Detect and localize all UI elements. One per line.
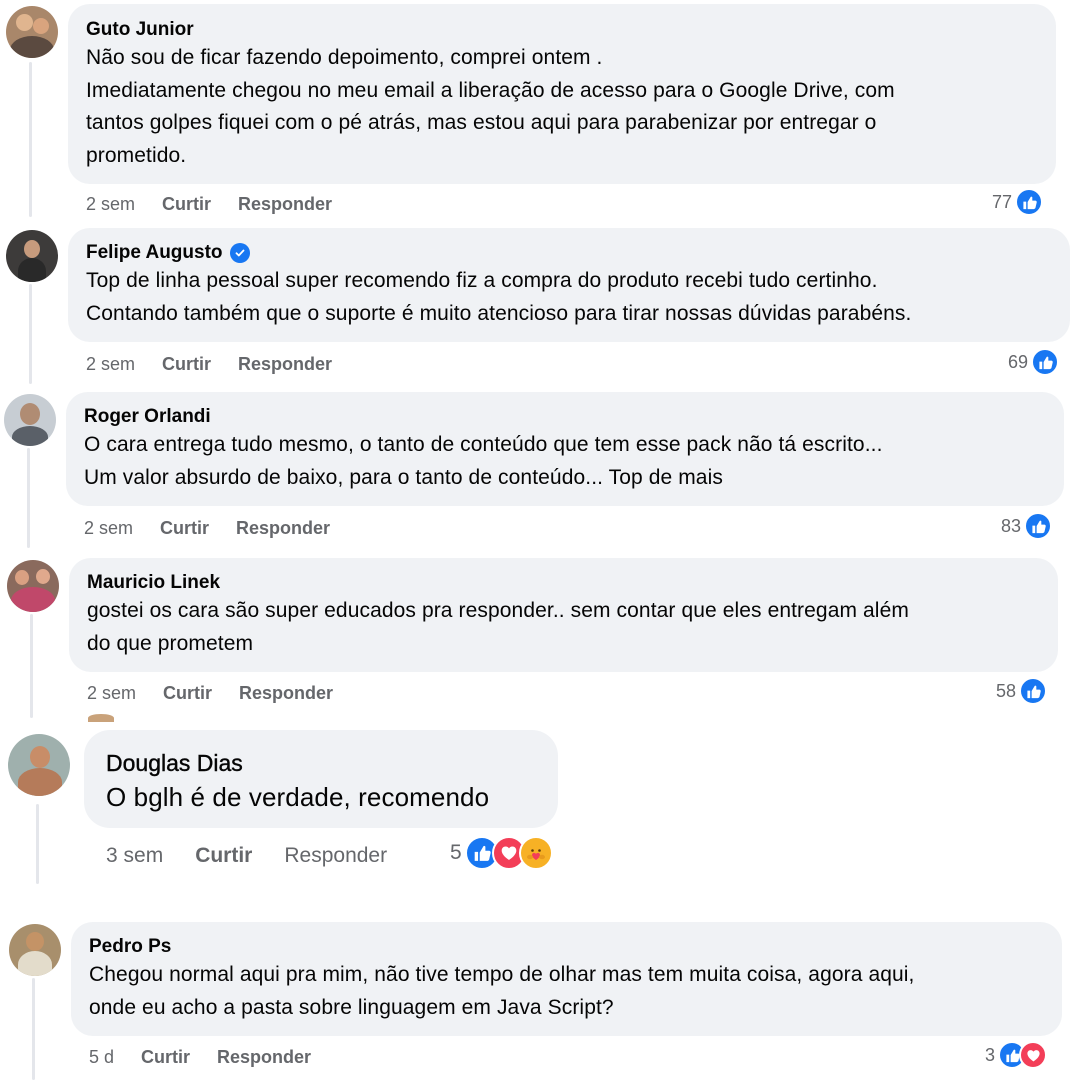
comment-timestamp[interactable]: 2 sem: [86, 194, 135, 215]
reaction-summary[interactable]: 83: [1001, 512, 1053, 540]
comment-timestamp[interactable]: 2 sem: [86, 354, 135, 375]
comment-actions: 5 d Curtir Responder: [89, 1045, 311, 1069]
comment: Guto Junior Não sou de ficar fazendo dep…: [0, 0, 1080, 220]
comment: Pedro Ps Chegou normal aqui pra mim, não…: [0, 920, 1080, 1080]
comment-actions: 2 sem Curtir Responder: [87, 681, 333, 705]
reaction-count: 3: [985, 1044, 996, 1065]
reply-button[interactable]: Responder: [238, 194, 332, 215]
reaction-summary[interactable]: 3: [985, 1041, 1048, 1069]
comment-actions: 2 sem Curtir Responder: [86, 192, 332, 216]
like-icon: [1031, 348, 1060, 376]
reaction-summary[interactable]: 77: [992, 188, 1044, 216]
like-button[interactable]: Curtir: [163, 683, 212, 704]
reaction-summary[interactable]: 69: [1008, 348, 1060, 376]
comment-actions: 2 sem Curtir Responder: [86, 352, 332, 376]
comment-timestamp[interactable]: 5 d: [89, 1047, 114, 1068]
reaction-count: 83: [1001, 515, 1022, 536]
reaction-summary[interactable]: 5: [450, 836, 553, 870]
reaction-count: 5: [450, 841, 462, 864]
reaction-count: 69: [1008, 351, 1029, 372]
like-icon: [1019, 677, 1048, 705]
reply-button[interactable]: Responder: [239, 683, 333, 704]
avatar[interactable]: [4, 394, 56, 446]
care-icon: [518, 836, 553, 870]
comment-text: O bglh é de verdade, recomendo: [106, 782, 490, 812]
reply-button[interactable]: Responder: [217, 1047, 311, 1068]
like-button[interactable]: Curtir: [162, 194, 211, 215]
thread-line: [30, 614, 33, 718]
comment-author[interactable]: Felipe Augusto: [86, 241, 1052, 265]
comment-author[interactable]: Douglas Dias: [106, 748, 536, 778]
reply-button[interactable]: Responder: [238, 354, 332, 375]
comment-text: Chegou normal aqui pra mim, não tive tem…: [89, 963, 915, 1019]
avatar[interactable]: [7, 560, 59, 612]
comment-bubble: Mauricio Linek gostei os cara são super …: [69, 558, 1058, 672]
comment-actions: 2 sem Curtir Responder: [84, 516, 330, 540]
reaction-count: 77: [992, 191, 1013, 212]
avatar[interactable]: [6, 6, 58, 58]
thread-line: [36, 804, 39, 884]
comment-bubble: Douglas Dias O bglh é de verdade, recome…: [84, 730, 558, 828]
avatar[interactable]: [9, 924, 61, 976]
comment-author[interactable]: Mauricio Linek: [87, 571, 1040, 595]
comment: Roger Orlandi O cara entrega tudo mesmo,…: [0, 390, 1080, 550]
reply-button[interactable]: Responder: [284, 844, 387, 868]
like-icon: [1015, 188, 1044, 216]
love-icon: [1019, 1041, 1048, 1069]
comment-timestamp[interactable]: 2 sem: [87, 683, 136, 704]
comment-timestamp[interactable]: 2 sem: [84, 518, 133, 539]
verified-badge-icon: [229, 243, 250, 263]
reply-button[interactable]: Responder: [236, 518, 330, 539]
like-button[interactable]: Curtir: [160, 518, 209, 539]
comment-author[interactable]: Guto Junior: [86, 18, 1038, 42]
comment: Douglas Dias O bglh é de verdade, recome…: [0, 726, 1080, 896]
avatar[interactable]: [8, 734, 70, 796]
comment-bubble: Felipe Augusto Top de linha pessoal supe…: [68, 228, 1070, 342]
thread-line: [32, 978, 35, 1080]
comment-text: Top de linha pessoal super recomendo fiz…: [86, 269, 912, 325]
thread-line: [29, 284, 32, 384]
comment-bubble: Guto Junior Não sou de ficar fazendo dep…: [68, 4, 1056, 184]
like-button[interactable]: Curtir: [141, 1047, 190, 1068]
avatar: [88, 714, 114, 722]
comment-text: gostei os cara são super educados pra re…: [87, 599, 909, 655]
comment-text: O cara entrega tudo mesmo, o tanto de co…: [84, 433, 883, 489]
like-button[interactable]: Curtir: [195, 844, 252, 868]
comment: Felipe Augusto Top de linha pessoal supe…: [0, 226, 1080, 386]
comment-actions: 3 sem Curtir Responder: [106, 841, 387, 871]
avatar[interactable]: [6, 230, 58, 282]
comment-bubble: Roger Orlandi O cara entrega tudo mesmo,…: [66, 392, 1064, 506]
thread-line: [29, 62, 32, 217]
thread-line: [27, 448, 30, 548]
comment-bubble: Pedro Ps Chegou normal aqui pra mim, não…: [71, 922, 1062, 1036]
reaction-summary[interactable]: 58: [996, 677, 1048, 705]
comment-text: Não sou de ficar fazendo depoimento, com…: [86, 46, 895, 167]
comment-timestamp[interactable]: 3 sem: [106, 844, 163, 868]
comment: Mauricio Linek gostei os cara são super …: [0, 556, 1080, 718]
comment-author[interactable]: Roger Orlandi: [84, 405, 1046, 429]
like-icon: [1024, 512, 1053, 540]
reaction-count: 58: [996, 680, 1017, 701]
comment-author[interactable]: Pedro Ps: [89, 935, 1044, 959]
like-button[interactable]: Curtir: [162, 354, 211, 375]
